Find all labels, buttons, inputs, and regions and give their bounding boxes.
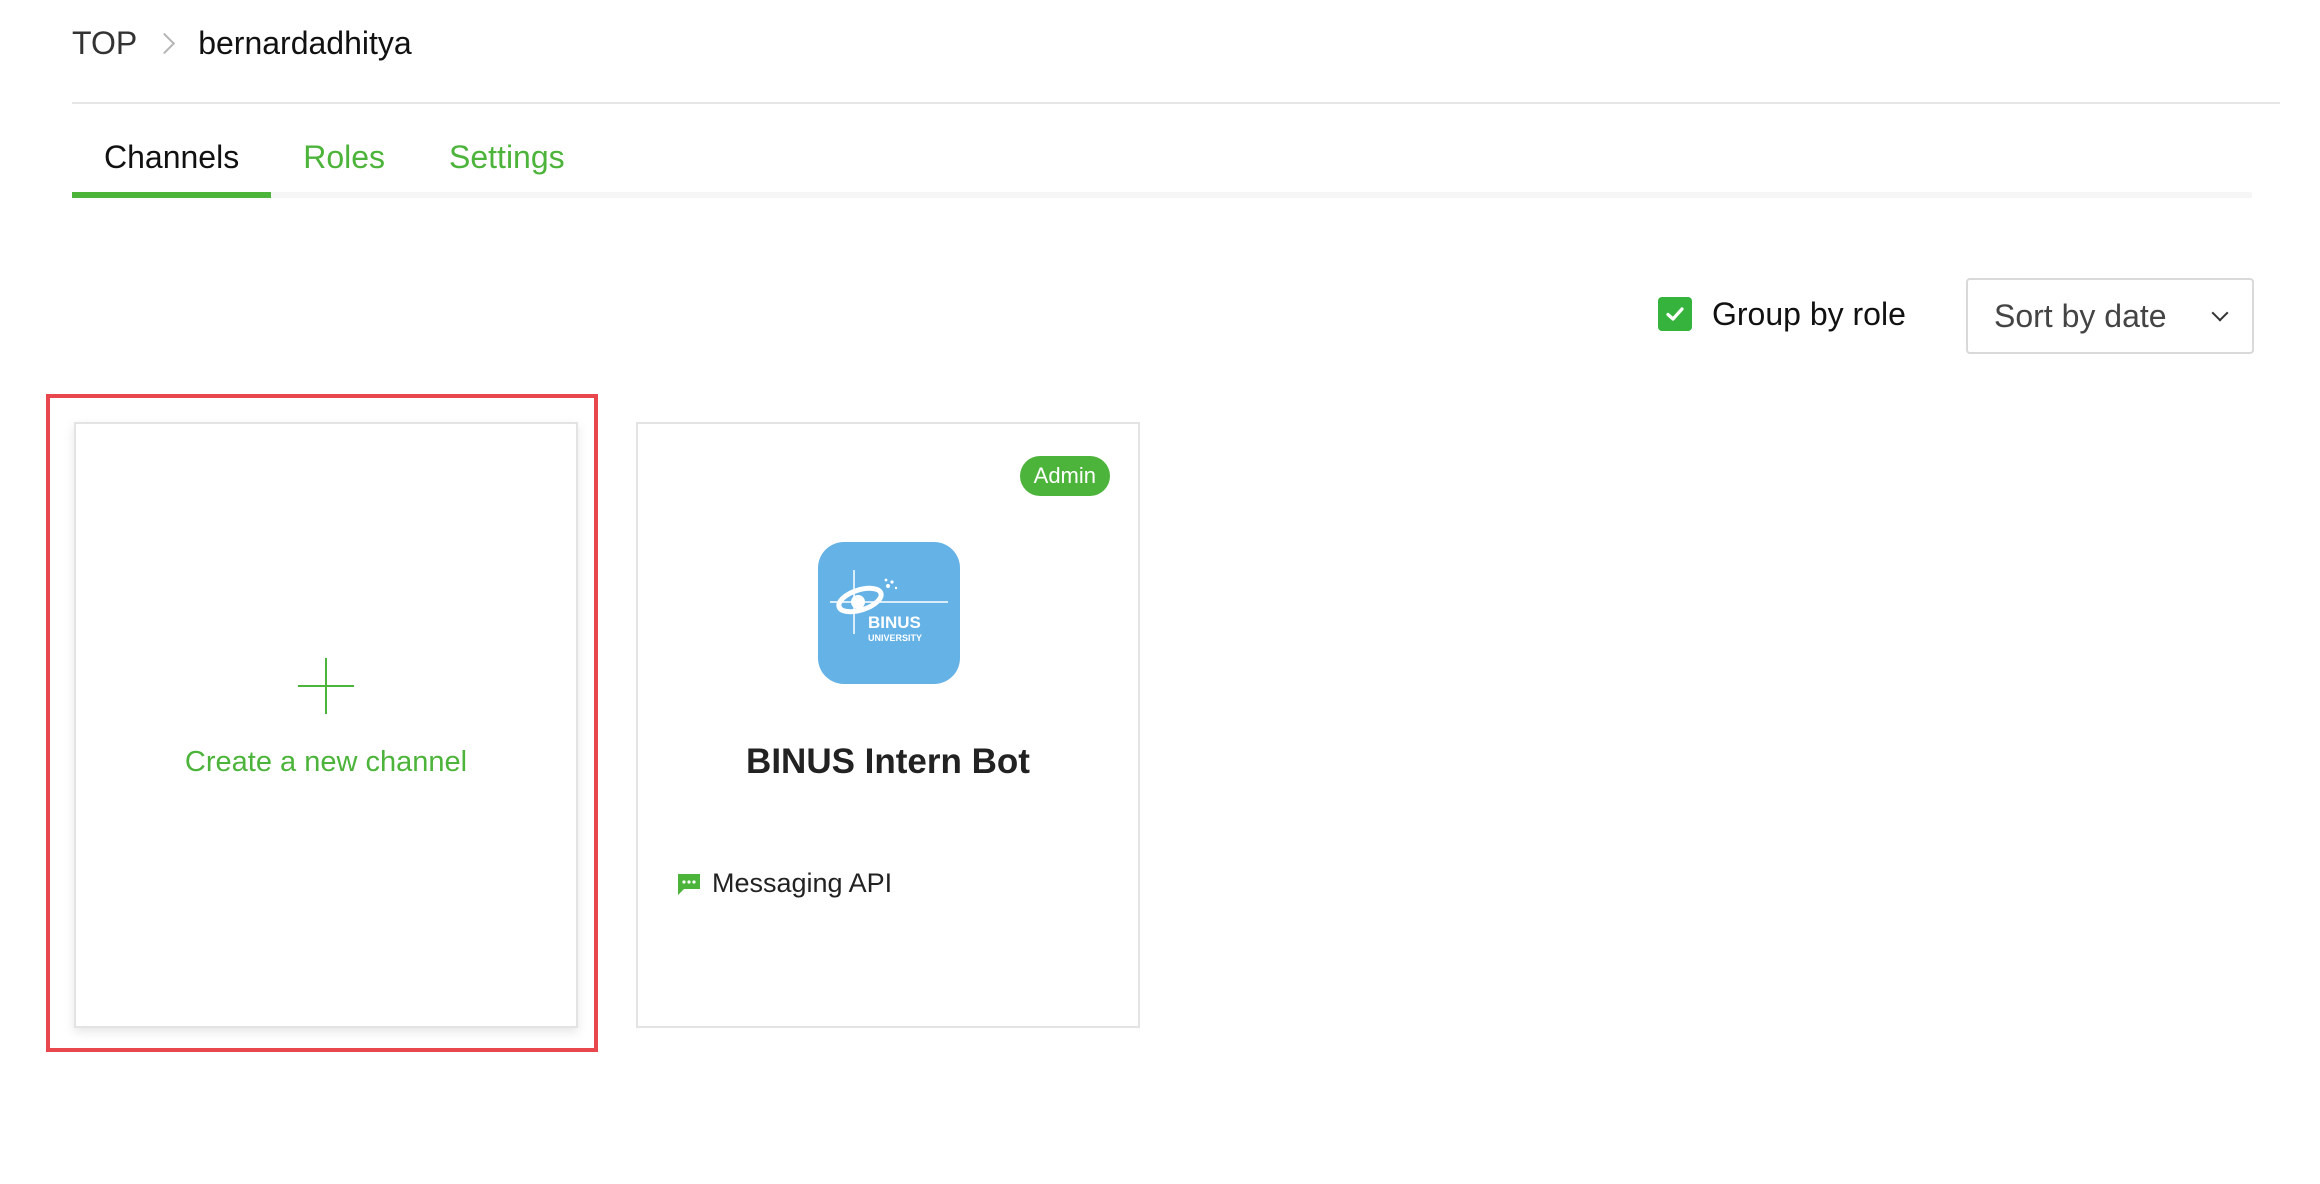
tab-settings[interactable]: Settings: [417, 116, 597, 198]
breadcrumb: TOP bernardadhitya: [72, 18, 412, 68]
channel-type-label: Messaging API: [712, 868, 893, 898]
tab-channels[interactable]: Channels: [72, 116, 272, 198]
header-divider: [72, 102, 2280, 104]
role-badge: Admin: [1019, 456, 1110, 496]
svg-text:UNIVERSITY: UNIVERSITY: [868, 633, 922, 643]
chevron-down-icon: [2211, 304, 2229, 322]
chat-bubble-icon: [678, 873, 700, 895]
binus-logo-icon: BINUS UNIVERSITY: [830, 570, 948, 643]
create-channel-card[interactable]: Create a new channel: [74, 422, 578, 1028]
channel-name: BINUS Intern Bot: [746, 742, 1030, 781]
tab-bar: Channels Roles Settings: [72, 116, 597, 198]
chevron-right-icon: [154, 32, 176, 54]
svg-text:BINUS: BINUS: [868, 613, 921, 632]
channel-logo: BINUS UNIVERSITY: [818, 542, 960, 684]
sort-select-value: Sort by date: [1994, 297, 2167, 334]
channel-card[interactable]: Admin BINUS UNIVERSITY BINUS Intern Bot: [636, 422, 1140, 1028]
plus-icon: [298, 658, 354, 714]
create-channel-label: Create a new channel: [184, 746, 468, 778]
breadcrumb-root-link[interactable]: TOP: [72, 25, 137, 62]
group-by-role-label: Group by role: [1712, 295, 1906, 332]
channel-type: Messaging API: [676, 868, 892, 899]
group-by-role-toggle[interactable]: Group by role: [1658, 294, 1906, 334]
page: TOP bernardadhitya Channels Roles Settin…: [0, 0, 2320, 1184]
checkmark-icon: [1666, 307, 1684, 321]
sort-select[interactable]: Sort by date: [1966, 278, 2254, 354]
breadcrumb-current: bernardadhitya: [198, 24, 412, 61]
group-by-role-checkbox[interactable]: [1658, 297, 1692, 331]
tab-roles[interactable]: Roles: [271, 116, 417, 198]
